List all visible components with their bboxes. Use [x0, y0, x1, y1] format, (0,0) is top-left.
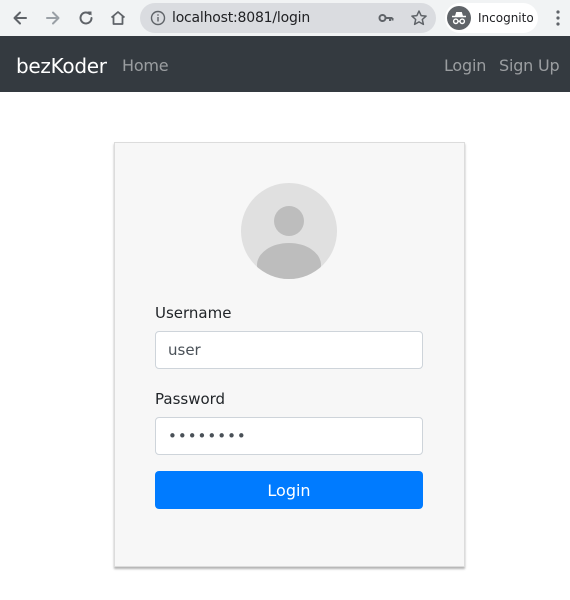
nav-link-login[interactable]: Login: [444, 56, 486, 75]
home-button[interactable]: [106, 6, 130, 30]
login-button[interactable]: Login: [155, 471, 423, 509]
user-avatar-icon: [241, 183, 337, 279]
nav-link-home[interactable]: Home: [122, 56, 169, 75]
incognito-label: Incognito: [478, 11, 534, 25]
password-input[interactable]: ••••••••: [155, 417, 423, 455]
username-label: Username: [155, 304, 232, 322]
nav-link-signup[interactable]: Sign Up: [499, 56, 560, 75]
address-bar[interactable]: localhost:8081/login: [140, 3, 436, 33]
arrow-right-icon: [46, 11, 60, 25]
info-icon[interactable]: [150, 10, 166, 26]
brand-logo[interactable]: bezKoder: [16, 54, 107, 78]
kebab-menu-icon: [556, 10, 560, 26]
home-icon: [110, 11, 126, 25]
back-button[interactable]: [8, 6, 32, 30]
star-icon[interactable]: [410, 9, 428, 27]
url-text[interactable]: localhost:8081/login: [172, 10, 310, 26]
reload-icon: [79, 11, 93, 25]
browser-toolbar: localhost:8081/login Incognito: [0, 0, 570, 36]
incognito-icon: [447, 6, 471, 30]
browser-menu-button[interactable]: [548, 8, 568, 28]
password-label: Password: [155, 390, 226, 408]
key-icon[interactable]: [378, 11, 394, 25]
app-navbar: bezKoder Home Login Sign Up: [0, 36, 570, 92]
login-card: Username user Password •••••••• Login: [114, 142, 465, 567]
arrow-left-icon: [13, 11, 27, 25]
username-input[interactable]: user: [155, 331, 423, 369]
incognito-indicator[interactable]: Incognito: [445, 3, 538, 33]
forward-button[interactable]: [41, 6, 65, 30]
reload-button[interactable]: [74, 6, 98, 30]
